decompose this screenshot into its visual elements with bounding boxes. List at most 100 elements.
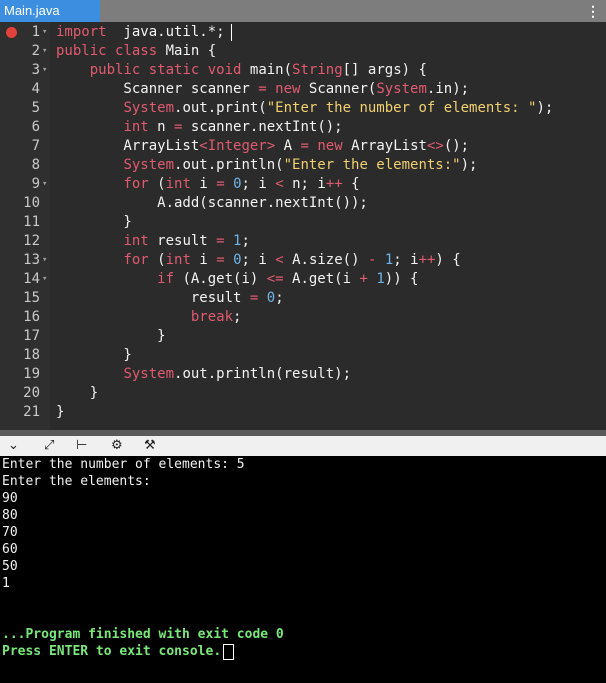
code-token: int xyxy=(165,176,191,192)
code-text: int result = 1; xyxy=(56,232,249,251)
console-line: Enter the elements: xyxy=(2,474,151,489)
code-line[interactable]: 21} xyxy=(0,403,606,422)
code-line[interactable]: 2 ▾ public class Main { xyxy=(0,42,606,61)
more-vertical-icon[interactable]: ⋮ xyxy=(586,0,600,22)
code-editor[interactable]: 1 ▾ import java.util.*; 2 ▾ public class Main… xyxy=(0,22,606,430)
code-line[interactable]: 15 result = 0; xyxy=(0,289,606,308)
tab-main-java[interactable]: Main.java xyxy=(0,0,100,22)
code-text: if (A.get(i) <= A.get(i + 1)) { xyxy=(56,270,418,289)
code-line[interactable]: 19 System.out.println(result); xyxy=(0,365,606,384)
code-token: System xyxy=(376,81,427,97)
code-line[interactable]: 11 } xyxy=(0,213,606,232)
text-cursor xyxy=(230,23,232,41)
code-line[interactable]: 9 ▾ for (int i = 0; i < n; i++ { xyxy=(0,175,606,194)
code-line[interactable]: 10 A.add(scanner.nextInt()); xyxy=(0,194,606,213)
code-text: public class Main { xyxy=(56,42,216,61)
fold-arrow-icon[interactable]: ▾ xyxy=(42,61,47,80)
code-token: .in); xyxy=(426,81,470,97)
code-token: ArrayList xyxy=(342,138,427,154)
code-token: = xyxy=(258,81,267,97)
line-number: 12 xyxy=(23,233,40,249)
fold-arrow-icon[interactable]: ▾ xyxy=(42,270,47,289)
code-line[interactable]: 6 int n = scanner.nextInt(); xyxy=(0,118,606,137)
code-line[interactable]: 1 ▾ import java.util.*; xyxy=(0,23,606,42)
code-token: = xyxy=(300,138,309,154)
code-line[interactable]: 8 System.out.println("Enter the elements… xyxy=(0,156,606,175)
code-line[interactable]: 12 int result = 1; xyxy=(0,232,606,251)
code-token: n; i xyxy=(283,176,326,192)
code-token: String xyxy=(292,62,343,78)
code-token: + xyxy=(359,271,368,287)
console-toolbar: ⌄ ⤢ ⊢ ⚙ ⚒ xyxy=(0,436,606,456)
console-line: 80 xyxy=(2,508,18,523)
code-token: java.util.*; xyxy=(106,24,225,40)
code-token: } xyxy=(56,404,65,420)
line-number: 14 xyxy=(23,271,40,287)
code-token: ; xyxy=(275,290,284,306)
code-line[interactable]: 20 } xyxy=(0,384,606,403)
code-text: A.add(scanner.nextInt()); xyxy=(56,194,368,213)
code-line[interactable]: 5 System.out.print("Enter the number of … xyxy=(0,99,606,118)
code-line[interactable]: 13 ▾ for (int i = 0; i < A.size() - 1; i+… xyxy=(0,251,606,270)
code-token: n xyxy=(148,119,175,135)
fold-arrow-icon[interactable]: ▾ xyxy=(42,23,47,42)
code-token: ; xyxy=(233,309,242,325)
console-line: 60 xyxy=(2,542,18,557)
code-token: ArrayList xyxy=(56,138,200,154)
code-token: Scanner( xyxy=(300,81,377,97)
code-token: (); xyxy=(443,138,470,154)
press-enter-text: Press ENTER to exit console. xyxy=(2,644,222,659)
code-token: new xyxy=(317,138,343,154)
code-token: for xyxy=(123,176,149,192)
code-token: = xyxy=(216,176,225,192)
code-token: 1 xyxy=(384,252,394,268)
code-line[interactable]: 17 } xyxy=(0,327,606,346)
line-number: 18 xyxy=(23,347,40,363)
code-token: A.add(scanner.nextInt()); xyxy=(56,195,368,211)
code-line[interactable]: 7 ArrayList<Integer> A = new ArrayList<>… xyxy=(0,137,606,156)
line-number: 19 xyxy=(23,366,40,382)
code-token: "Enter the elements:" xyxy=(283,157,461,173)
fold-arrow-icon[interactable]: ▾ xyxy=(42,175,47,194)
code-token: A xyxy=(275,138,301,154)
gear-icon[interactable]: ⚙ xyxy=(111,438,123,454)
code-token: < xyxy=(275,176,284,192)
line-number: 8 xyxy=(31,157,40,173)
fold-arrow-icon[interactable]: ▾ xyxy=(42,251,47,270)
code-text: System.out.println("Enter the elements:"… xyxy=(56,156,477,175)
code-line[interactable]: 14 ▾ if (A.get(i) <= A.get(i + 1)) { xyxy=(0,270,606,289)
code-line[interactable]: 18 } xyxy=(0,346,606,365)
line-number: 2 xyxy=(31,43,40,59)
line-number: 3 xyxy=(31,62,40,78)
code-text: } xyxy=(56,384,98,403)
code-token: Scanner scanner xyxy=(56,81,259,97)
code-line[interactable]: 4 Scanner scanner = new Scanner(System.i… xyxy=(0,80,606,99)
code-token: } xyxy=(56,385,99,401)
line-number: 20 xyxy=(23,385,40,401)
code-token: break xyxy=(190,309,234,325)
code-line[interactable]: 16 break; xyxy=(0,308,606,327)
code-token: } xyxy=(56,347,132,363)
code-token: i xyxy=(190,252,217,268)
stop-icon[interactable]: ⊢ xyxy=(76,438,87,454)
code-token: ) { xyxy=(435,252,461,268)
code-token: ; i xyxy=(241,176,276,192)
fold-arrow-icon[interactable]: ▾ xyxy=(42,42,47,61)
code-token: ++ xyxy=(418,252,436,268)
chevron-down-icon[interactable]: ⌄ xyxy=(8,438,19,454)
expand-icon[interactable]: ⤢ xyxy=(44,438,54,454)
code-token: System xyxy=(123,366,175,382)
code-line[interactable]: 3 ▾ public static void main(String[] args… xyxy=(0,61,606,80)
code-token: ); xyxy=(460,157,478,173)
code-token: Integer xyxy=(207,138,267,154)
debug-icon[interactable]: ⚒ xyxy=(144,438,156,454)
code-token: int xyxy=(165,252,191,268)
output-console[interactable]: Enter the number of elements: 5 Enter the… xyxy=(0,456,606,683)
code-text: for (int i = 0; i < n; i++ { xyxy=(56,175,359,194)
code-token: "Enter the number of elements: " xyxy=(266,100,537,116)
